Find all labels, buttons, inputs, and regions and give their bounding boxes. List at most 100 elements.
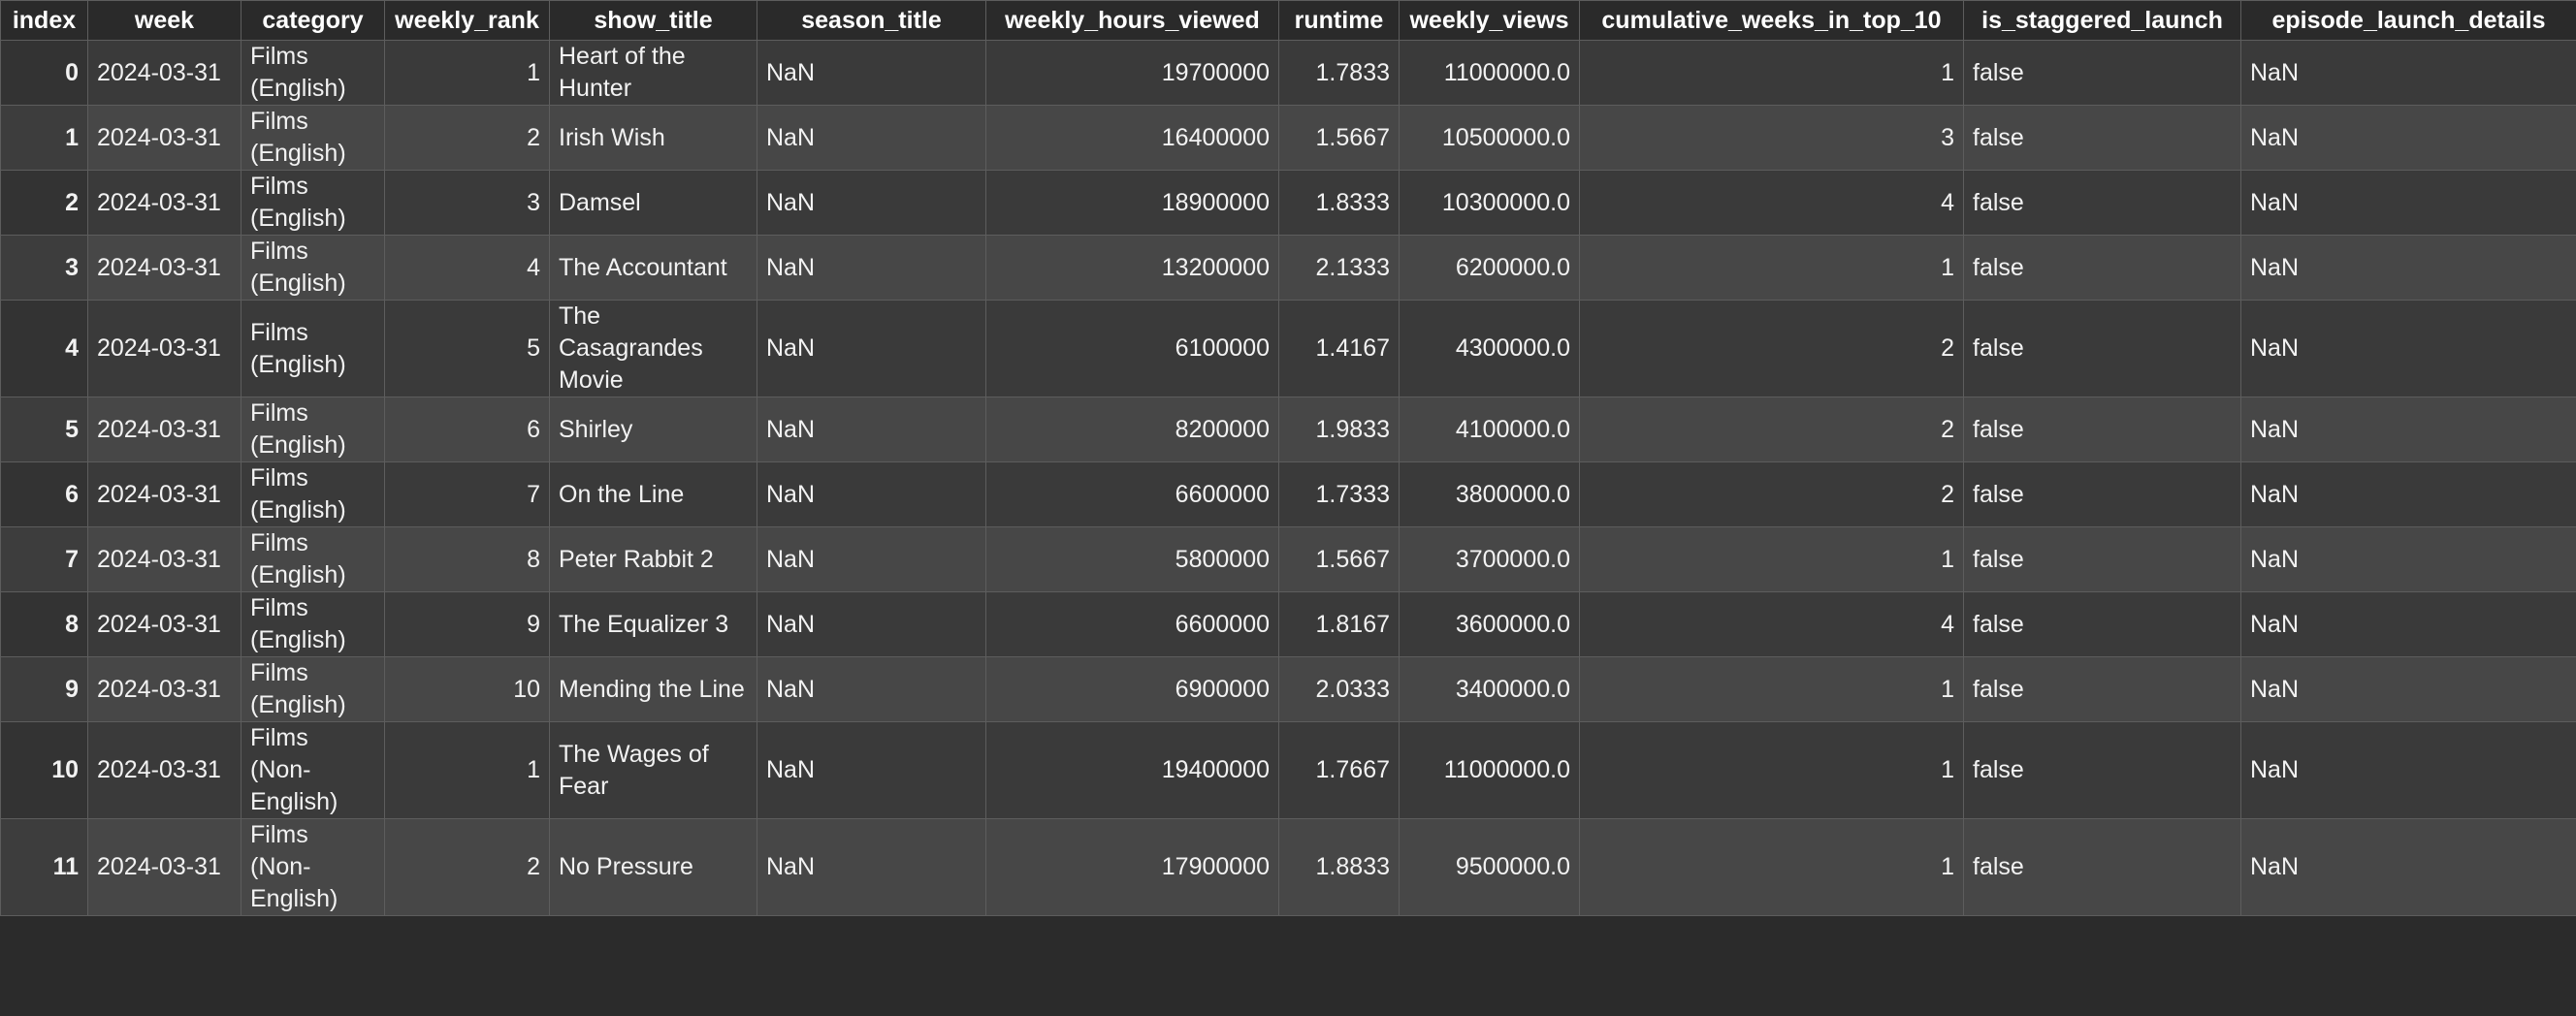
cell-weekly-rank: 4	[384, 235, 550, 301]
cell-show-title: Mending the Line	[549, 656, 757, 722]
cell-weekly-views: 6200000.0	[1399, 235, 1580, 301]
cell-weekly-views: 3600000.0	[1399, 591, 1580, 657]
cell-weekly-rank: 7	[384, 461, 550, 527]
cell-weekly-hours-viewed: 6900000	[985, 656, 1279, 722]
table-row[interactable]: 0 2024-03-31 Films (English) 1 Heart of the …	[0, 40, 2576, 106]
cell-runtime: 1.7833	[1278, 40, 1400, 106]
cell-cumulative-weeks-in-top-10: 1	[1579, 40, 1964, 106]
cell-weekly-rank: 1	[384, 721, 550, 819]
cell-weekly-hours-viewed: 8200000	[985, 397, 1279, 462]
cell-weekly-rank: 2	[384, 818, 550, 916]
cell-category: Films (English)	[241, 397, 385, 462]
cell-index: 11	[0, 818, 88, 916]
cell-season-title: NaN	[757, 461, 986, 527]
table-row[interactable]: 9 2024-03-31 Films (English) 10 Mending the …	[0, 656, 2576, 722]
cell-cumulative-weeks-in-top-10: 4	[1579, 591, 1964, 657]
cell-cumulative-weeks-in-top-10: 2	[1579, 397, 1964, 462]
column-header-category[interactable]: category	[241, 0, 385, 41]
cell-category: Films (English)	[241, 235, 385, 301]
cell-weekly-hours-viewed: 19400000	[985, 721, 1279, 819]
cell-index: 8	[0, 591, 88, 657]
column-header-is-staggered-launch[interactable]: is_staggered_launch	[1963, 0, 2241, 41]
cell-weekly-rank: 8	[384, 526, 550, 592]
cell-is-staggered-launch: false	[1963, 461, 2241, 527]
cell-season-title: NaN	[757, 818, 986, 916]
cell-weekly-views: 10300000.0	[1399, 170, 1580, 236]
data-table: index week category weekly_rank show_title se…	[0, 0, 2576, 916]
cell-weekly-views: 10500000.0	[1399, 105, 1580, 171]
cell-weekly-views: 3700000.0	[1399, 526, 1580, 592]
column-header-weekly-views[interactable]: weekly_views	[1399, 0, 1580, 41]
cell-index: 0	[0, 40, 88, 106]
cell-index: 1	[0, 105, 88, 171]
table-body: 0 2024-03-31 Films (English) 1 Heart of the …	[0, 40, 2576, 916]
table-row[interactable]: 1 2024-03-31 Films (English) 2 Irish Wish NaN…	[0, 105, 2576, 171]
table-row[interactable]: 5 2024-03-31 Films (English) 6 Shirley NaN 820…	[0, 397, 2576, 462]
cell-weekly-hours-viewed: 5800000	[985, 526, 1279, 592]
cell-runtime: 1.7667	[1278, 721, 1400, 819]
table-row[interactable]: 10 2024-03-31 Films (Non-English) 1 The Wage…	[0, 721, 2576, 819]
column-header-runtime[interactable]: runtime	[1278, 0, 1400, 41]
cell-weekly-hours-viewed: 6100000	[985, 300, 1279, 397]
cell-weekly-views: 11000000.0	[1399, 721, 1580, 819]
cell-weekly-rank: 10	[384, 656, 550, 722]
cell-week: 2024-03-31	[87, 526, 242, 592]
cell-category: Films (English)	[241, 105, 385, 171]
table-row[interactable]: 11 2024-03-31 Films (Non-English) 2 No Press…	[0, 818, 2576, 916]
table-row[interactable]: 8 2024-03-31 Films (English) 9 The Equalizer…	[0, 591, 2576, 657]
column-header-index[interactable]: index	[0, 0, 88, 41]
column-header-show-title[interactable]: show_title	[549, 0, 757, 41]
cell-category: Films (English)	[241, 300, 385, 397]
cell-week: 2024-03-31	[87, 40, 242, 106]
cell-cumulative-weeks-in-top-10: 4	[1579, 170, 1964, 236]
cell-cumulative-weeks-in-top-10: 1	[1579, 721, 1964, 819]
cell-episode-launch-details: NaN	[2240, 170, 2576, 236]
cell-week: 2024-03-31	[87, 170, 242, 236]
cell-weekly-hours-viewed: 6600000	[985, 591, 1279, 657]
cell-category: Films (English)	[241, 170, 385, 236]
cell-weekly-views: 4100000.0	[1399, 397, 1580, 462]
cell-episode-launch-details: NaN	[2240, 300, 2576, 397]
table-row[interactable]: 7 2024-03-31 Films (English) 8 Peter Rabbit …	[0, 526, 2576, 592]
table-row[interactable]: 4 2024-03-31 Films (English) 5 The Casagrand…	[0, 300, 2576, 397]
cell-is-staggered-launch: false	[1963, 105, 2241, 171]
cell-weekly-rank: 9	[384, 591, 550, 657]
cell-weekly-rank: 2	[384, 105, 550, 171]
cell-weekly-rank: 6	[384, 397, 550, 462]
column-header-season-title[interactable]: season_title	[757, 0, 986, 41]
cell-episode-launch-details: NaN	[2240, 591, 2576, 657]
cell-weekly-hours-viewed: 17900000	[985, 818, 1279, 916]
cell-category: Films (Non-English)	[241, 721, 385, 819]
column-header-episode-launch-details[interactable]: episode_launch_details	[2240, 0, 2576, 41]
cell-cumulative-weeks-in-top-10: 3	[1579, 105, 1964, 171]
cell-week: 2024-03-31	[87, 300, 242, 397]
cell-week: 2024-03-31	[87, 818, 242, 916]
table-row[interactable]: 3 2024-03-31 Films (English) 4 The Accountan…	[0, 235, 2576, 301]
cell-runtime: 1.8167	[1278, 591, 1400, 657]
cell-show-title: No Pressure	[549, 818, 757, 916]
cell-show-title: The Wages of Fear	[549, 721, 757, 819]
cell-category: Films (English)	[241, 526, 385, 592]
cell-runtime: 1.8833	[1278, 818, 1400, 916]
cell-runtime: 1.7333	[1278, 461, 1400, 527]
cell-episode-launch-details: NaN	[2240, 397, 2576, 462]
cell-index: 7	[0, 526, 88, 592]
table-row[interactable]: 2 2024-03-31 Films (English) 3 Damsel NaN 1890…	[0, 170, 2576, 236]
column-header-weekly-hours-viewed[interactable]: weekly_hours_viewed	[985, 0, 1279, 41]
cell-is-staggered-launch: false	[1963, 656, 2241, 722]
cell-is-staggered-launch: false	[1963, 40, 2241, 106]
column-header-weekly-rank[interactable]: weekly_rank	[384, 0, 550, 41]
cell-index: 10	[0, 721, 88, 819]
cell-is-staggered-launch: false	[1963, 300, 2241, 397]
table-row[interactable]: 6 2024-03-31 Films (English) 7 On the Line Na…	[0, 461, 2576, 527]
column-header-week[interactable]: week	[87, 0, 242, 41]
cell-cumulative-weeks-in-top-10: 2	[1579, 300, 1964, 397]
column-header-cumulative-weeks-in-top-10[interactable]: cumulative_weeks_in_top_10	[1579, 0, 1964, 41]
cell-index: 2	[0, 170, 88, 236]
cell-runtime: 1.4167	[1278, 300, 1400, 397]
cell-is-staggered-launch: false	[1963, 235, 2241, 301]
cell-show-title: The Equalizer 3	[549, 591, 757, 657]
cell-show-title: The Accountant	[549, 235, 757, 301]
cell-weekly-views: 3400000.0	[1399, 656, 1580, 722]
cell-show-title: Irish Wish	[549, 105, 757, 171]
